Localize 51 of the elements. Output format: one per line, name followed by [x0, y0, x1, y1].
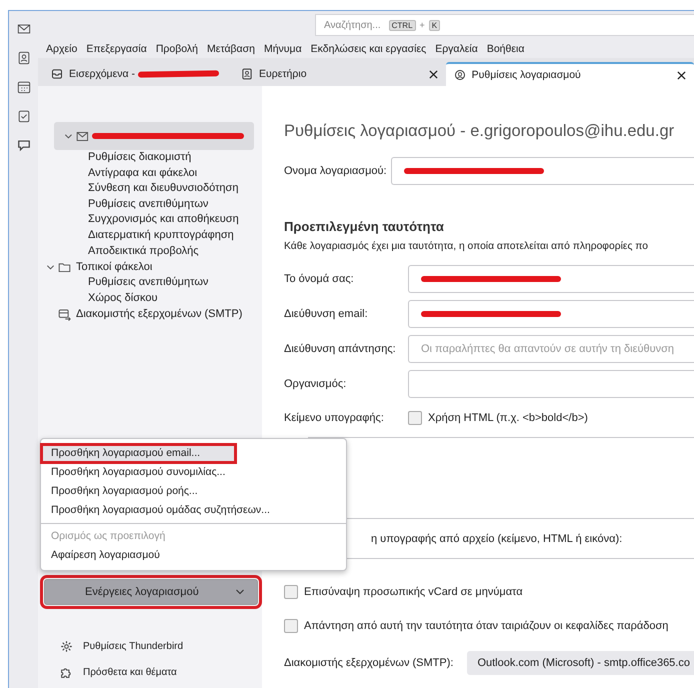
page-title: Ρυθμίσεις λογαριασμού - e.grigoropoulos@ihu.edu.gr	[284, 122, 676, 141]
menu-item[interactable]: Μήνυμα	[264, 42, 302, 54]
tree-item[interactable]: Διακομιστής εξερχομένων (SMTP)	[44, 306, 262, 322]
tree-item[interactable]: Χώρος δίσκου	[44, 290, 262, 306]
section-heading: Προεπιλεγμένη ταυτότητα	[284, 219, 445, 234]
tree-item[interactable]: Τοπικοί φάκελοι	[44, 259, 262, 276]
field-label: Το όνομά σας:	[284, 273, 355, 285]
tab[interactable]: Ρυθμίσεις λογαριασμού	[446, 62, 694, 86]
sidebar-link[interactable]: Ρυθμίσεις Thunderbird	[44, 635, 262, 657]
field-label: Οργανισμός:	[284, 378, 348, 390]
field-label: Ονομα λογαριασμού:	[284, 165, 387, 177]
menu-item[interactable]: Επεξεργασία	[86, 42, 147, 54]
field-label: Κείμενο υπογραφής:	[284, 412, 385, 424]
tree-item[interactable]: Ρυθμίσεις ανεπιθύμητων	[44, 275, 262, 291]
tree-item[interactable]: Σύνθεση και διευθυνσιοδότηση	[44, 181, 262, 197]
menu-item[interactable]: Αρχείο	[46, 42, 78, 54]
menu-item[interactable]: Αφαίρεση λογαριασμού	[41, 546, 346, 565]
menu-item[interactable]: Βοήθεια	[486, 42, 524, 54]
tree-item[interactable]: Συγχρονισμός και αποθήκευση	[44, 212, 262, 228]
menu-item[interactable]: Εργαλεία	[435, 42, 478, 54]
tab[interactable]: Ευρετήριο	[233, 62, 446, 86]
key-hint: CTRL	[388, 20, 416, 30]
tree-item[interactable]: Αντίγραφα και φάκελοι	[44, 166, 262, 182]
key-hint: K	[428, 20, 440, 30]
field-label: Διεύθυνση απάντησης:	[284, 343, 397, 355]
smtp-dropdown[interactable]: Outlook.com (Microsoft) - smtp.office365.co	[467, 651, 694, 675]
menu-item[interactable]: Μετάβαση	[207, 42, 255, 54]
tab[interactable]: Εισερχόμενα -	[43, 62, 233, 86]
field-label: Διεύθυνση email:	[284, 308, 369, 320]
tab-label: Ευρετήριο	[259, 68, 307, 80]
checkbox-label: η υπογραφής από αρχείο (κείμενο, HTML ή εικόνα):	[371, 533, 624, 545]
field-label: Διακομιστής εξερχομένων (SMTP):	[284, 657, 454, 669]
tab-label: Ρυθμίσεις λογαριασμού	[472, 69, 581, 81]
menu-item[interactable]: Προσθήκη λογαριασμού ροής...	[41, 482, 346, 501]
tree-item[interactable]: Ρυθμίσεις ανεπιθύμητων	[44, 196, 262, 212]
sidebar-link[interactable]: Πρόσθετα και θέματα	[44, 661, 262, 683]
tree-item[interactable]: Ρυθμίσεις διακομιστή	[44, 150, 262, 166]
section-description: Κάθε λογαριασμός έχει μια ταυτότητα, η οποία αποτελείται από πληροφορίες πο	[284, 241, 649, 252]
checkbox-label: Χρήση HTML (π.χ. <b>bold</b>)	[428, 412, 588, 424]
menu-item[interactable]: Προβολή	[156, 42, 198, 54]
checkbox-label: Απάντηση από αυτή την ταυτότητα όταν ταιριάζουν οι κεφαλίδες παράδοση	[304, 620, 668, 632]
menu-item[interactable]: Προσθήκη λογαριασμού email...	[41, 444, 236, 463]
tree-item[interactable]: Διατερματική κρυπτογράφηση	[44, 228, 262, 244]
search-field[interactable]: Αναζήτηση... CTRL + K	[315, 14, 694, 36]
tree-item[interactable]: Αποδεικτικά προβολής	[44, 244, 262, 260]
tab-label: Εισερχόμενα -	[69, 68, 136, 80]
menu-item[interactable]: Προσθήκη λογαριασμού ομάδας συζητήσεων...	[41, 501, 346, 520]
key-separator: +	[420, 20, 425, 30]
menu-item[interactable]: Εκδηλώσεις και εργασίες	[310, 42, 426, 54]
checkbox-label: Επισύναψη προσωπικής vCard σε μηνύματα	[304, 586, 523, 598]
menu-item[interactable]: Προσθήκη λογαριασμού συνομιλίας...	[41, 463, 346, 482]
